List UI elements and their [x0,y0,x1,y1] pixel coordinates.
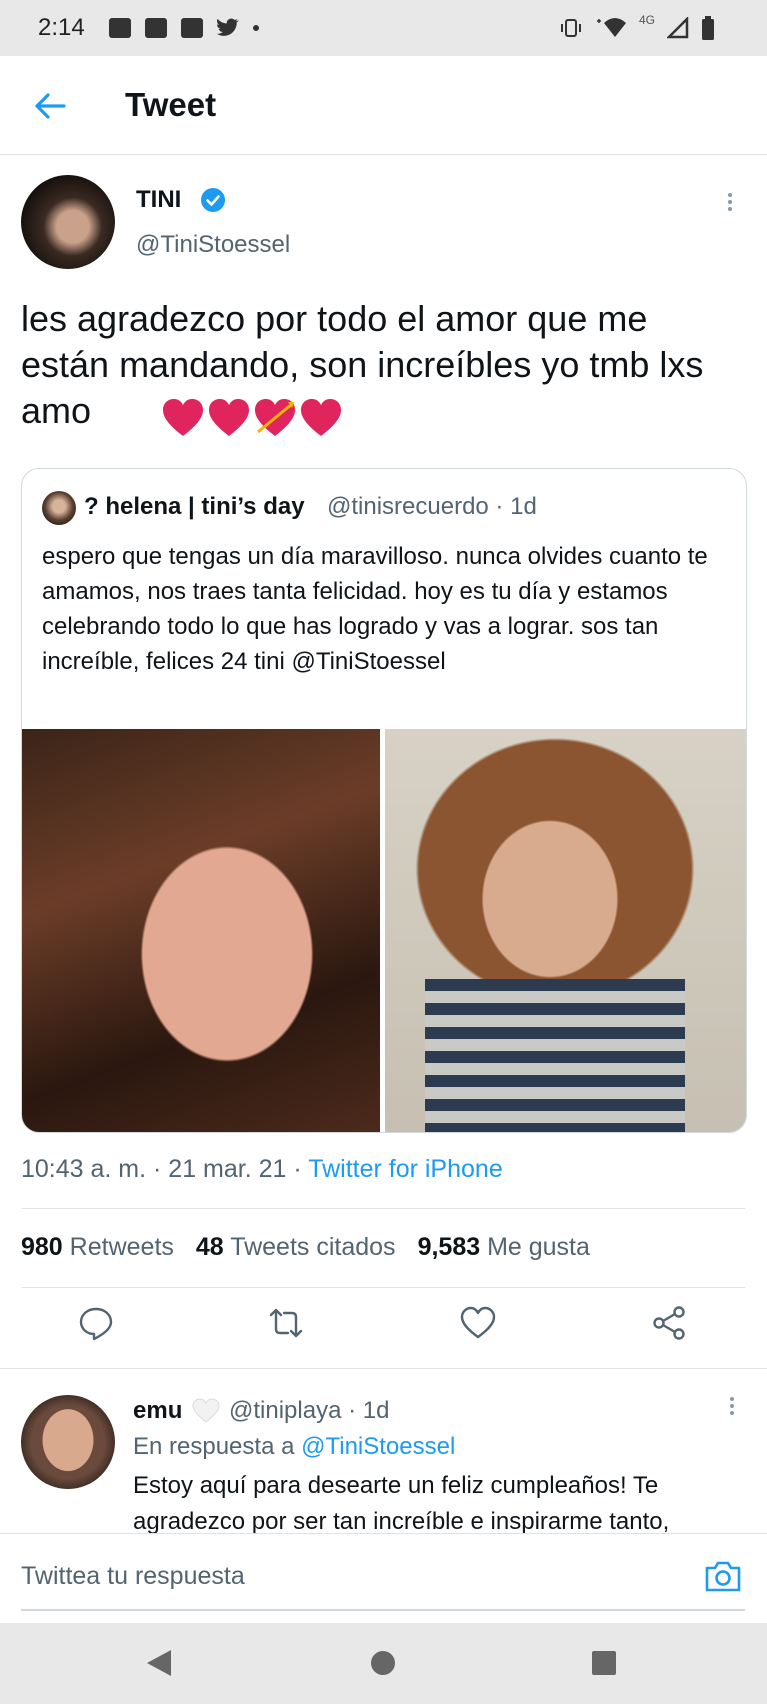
quote-tweets-stat[interactable]: 48 Tweets citados [196,1233,396,1262]
likes-label: Me gusta [487,1233,590,1261]
more-notifications-dot [252,25,259,31]
retweets-count: 980 [21,1233,63,1261]
tweet-text: les agradezco por todo el amor que me es… [21,298,704,431]
engagement-stats: 980 Retweets 48 Tweets citados 9,583 Me … [21,1233,590,1262]
gallery-notification-icon [108,18,131,38]
reply-composer [0,1533,767,1624]
retweet-icon[interactable] [268,1305,304,1341]
reply-author-name[interactable]: emu [133,1397,182,1425]
facebook-notification-icon [180,18,203,38]
back-arrow-icon[interactable] [30,86,70,126]
author-name[interactable]: TINI [136,186,181,214]
divider [21,1208,745,1209]
verified-badge-icon [201,188,225,212]
status-bar: 2:14 4G [0,0,767,56]
vibrate-icon [560,19,581,37]
page-title: Tweet [125,86,217,123]
status-time: 2:14 [38,14,85,41]
tweet-timestamp: 10:43 a. m. · 21 mar. 21 · [21,1155,309,1183]
tweet-metadata: 10:43 a. m. · 21 mar. 21 · Twitter for i… [21,1155,503,1184]
reply-author-avatar[interactable] [21,1395,115,1489]
more-options-icon[interactable] [722,190,738,220]
retweets-label: Retweets [69,1233,174,1261]
reply-text: Estoy aquí para desearte un feliz cumple… [133,1472,670,1535]
network-type: 4G [638,13,655,27]
quoted-author-avatar [42,491,76,525]
twitter-notification-icon [216,18,239,36]
replying-to: En respuesta a @TiniStoessel [133,1433,455,1461]
wifi-icon [596,18,626,37]
heart-with-arrow-icon [255,399,295,436]
reply-input[interactable] [21,1562,621,1591]
quoted-author-handle: @tinisrecuerdo · 1d [327,493,537,520]
red-heart-icon [209,399,249,436]
share-icon[interactable] [651,1305,687,1341]
likes-count: 9,583 [417,1233,481,1261]
divider [0,1368,767,1369]
red-heart-icon [301,399,341,436]
reply-more-options-icon[interactable] [724,1394,740,1424]
quotes-label: Tweets citados [230,1233,396,1261]
notification-icons [108,18,259,38]
nav-recents-icon[interactable] [590,1648,618,1678]
divider [21,1287,745,1288]
battery-icon [702,16,714,40]
red-heart-icon [163,399,203,436]
quoted-tweet-card[interactable]: ? helena | tini’s day @tinisrecuerdo · 1… [21,468,747,1133]
quotes-count: 48 [195,1233,224,1261]
author-avatar[interactable] [21,175,115,269]
system-navigation-bar [0,1623,767,1704]
tweet-action-bar [0,1305,767,1345]
quoted-tweet-text: espero que tengas un día maravilloso. nu… [42,543,708,675]
signal-icon [667,17,689,39]
white-heart-icon [192,1398,220,1423]
reply-icon[interactable] [78,1305,114,1341]
top-app-bar: Tweet [0,56,767,155]
quoted-author-name: ? helena | tini’s day [84,493,305,520]
quoted-photo-1[interactable] [22,729,380,1132]
nav-home-icon[interactable] [369,1648,397,1678]
tweet-emojis [162,398,342,438]
quoted-photo-2[interactable] [385,729,746,1132]
retweets-stat[interactable]: 980 Retweets [21,1233,174,1262]
replying-prefix: En respuesta a [133,1433,302,1460]
news-notification-icon [144,18,167,38]
replying-to-link[interactable]: @TiniStoessel [301,1433,455,1460]
reply-author-handle[interactable]: @tiniplaya · 1d [229,1397,389,1425]
like-heart-icon[interactable] [460,1305,496,1341]
author-handle[interactable]: @TiniStoessel [136,231,290,259]
camera-icon[interactable] [704,1558,742,1594]
reply-input-underline [21,1609,745,1611]
reply-tweet[interactable]: emu @tiniplaya · 1d En respuesta a @Tini… [0,1370,767,1535]
likes-stat[interactable]: 9,583 Me gusta [418,1233,590,1262]
tweet-source-link[interactable]: Twitter for iPhone [308,1155,503,1183]
system-icons: 4G [559,13,715,40]
nav-back-icon[interactable] [145,1648,173,1678]
